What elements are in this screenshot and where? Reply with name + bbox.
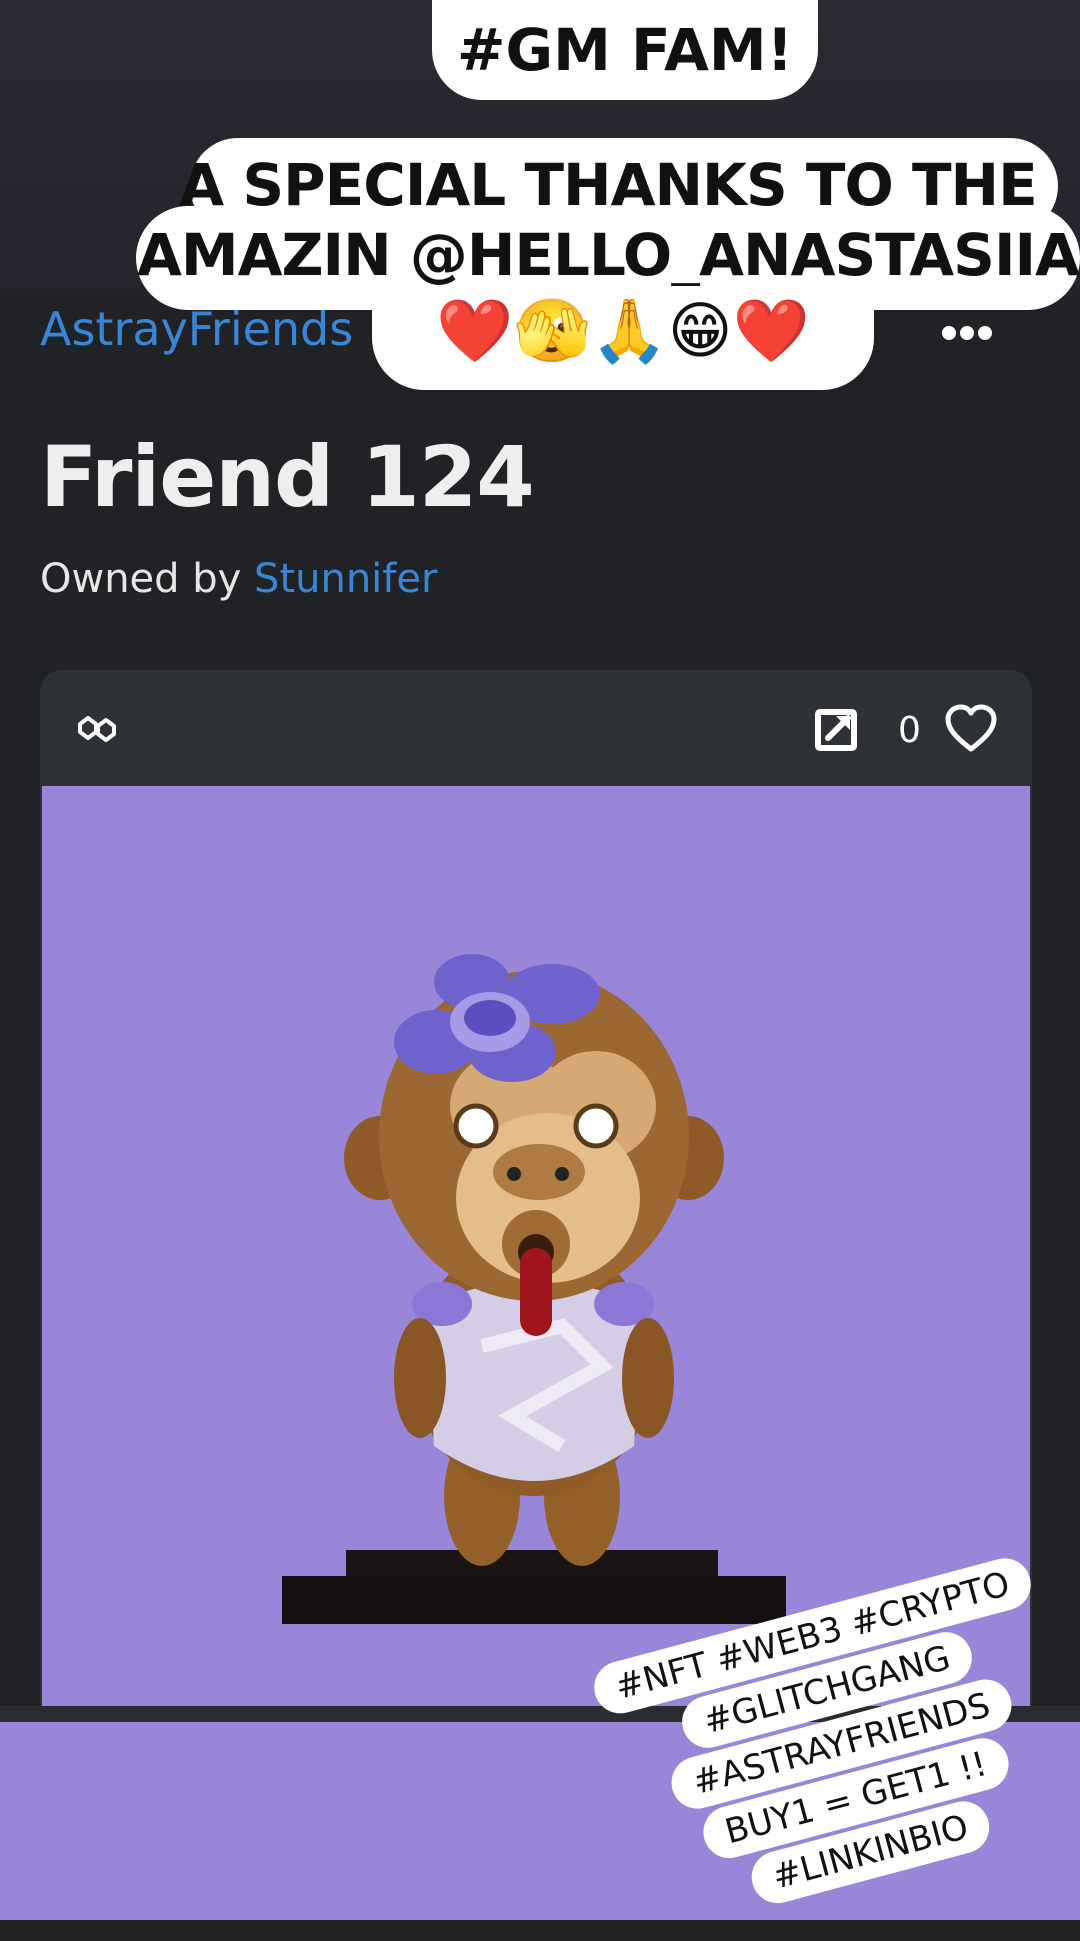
polygon-chain-icon[interactable] xyxy=(74,706,120,752)
more-horizontal-icon[interactable] xyxy=(936,312,996,352)
owned-by-row: Owned by Stunnifer xyxy=(40,556,437,602)
nft-artwork[interactable] xyxy=(42,786,1030,1708)
owned-by-label: Owned by xyxy=(40,556,242,602)
thanks-sticker-text: A SPECIAL THANKS TO THE AMAZIN @HELLO_AN… xyxy=(136,150,1080,290)
nft-card: 0 xyxy=(40,670,1032,1708)
emoji-sticker: ❤️🫣🙏😁❤️ xyxy=(372,286,874,390)
collection-link[interactable]: AstrayFriends xyxy=(40,302,353,356)
open-external-icon[interactable] xyxy=(812,706,860,754)
item-title: Friend 124 xyxy=(40,428,535,526)
card-toolbar: 0 xyxy=(40,670,1032,786)
heart-outline-icon[interactable] xyxy=(944,704,998,754)
like-count: 0 xyxy=(898,710,921,751)
gm-sticker: #GM FAM! xyxy=(432,0,818,100)
owner-link[interactable]: Stunnifer xyxy=(254,556,437,602)
monkey-figure-illustration xyxy=(42,786,1030,1708)
thanks-line-1: A SPECIAL THANKS TO THE xyxy=(179,151,1037,219)
thanks-line-2: AMAZIN @HELLO_ANASTASIIA xyxy=(136,221,1080,289)
